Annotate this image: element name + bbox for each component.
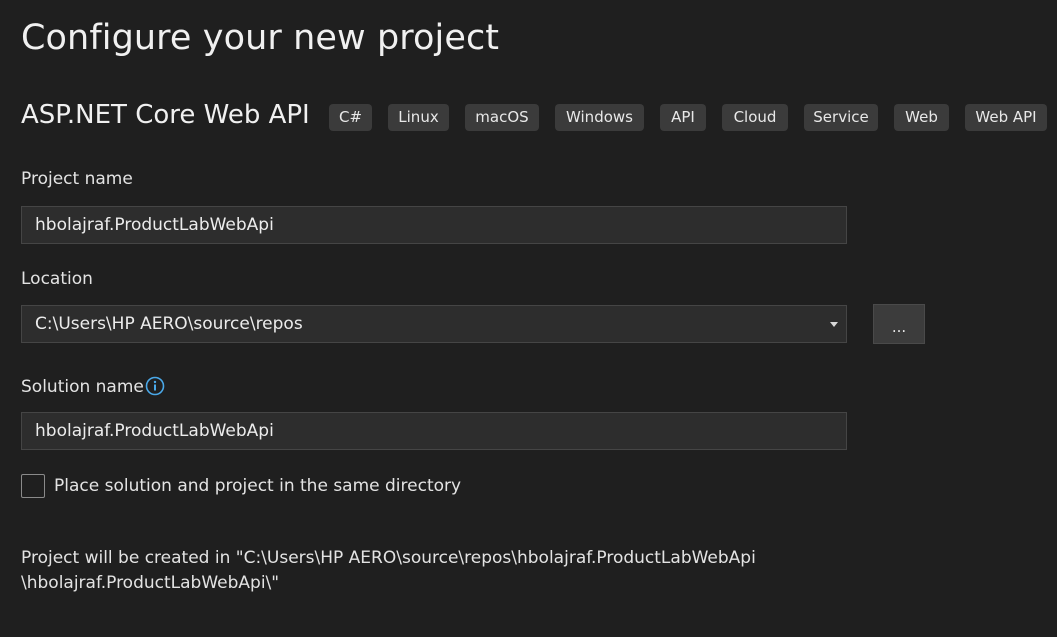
location-label: Location [21, 269, 93, 289]
project-path-line-2: \hbolajraf.ProductLabWebApi\" [21, 573, 280, 593]
solution-name-input[interactable]: hbolajraf.ProductLabWebApi [21, 412, 847, 450]
tag-windows: Windows [555, 104, 644, 131]
configure-project-page: Configure your new project ASP.NET Core … [0, 0, 1057, 637]
info-circle-icon[interactable] [145, 376, 165, 396]
tag-api: API [660, 104, 706, 131]
location-combobox[interactable]: C:\Users\HP AERO\source\repos [21, 305, 847, 343]
same-directory-checkbox[interactable] [21, 474, 45, 498]
solution-name-label: Solution name [21, 377, 144, 397]
chevron-down-icon[interactable] [830, 322, 838, 327]
tag-service: Service [804, 104, 878, 131]
project-path-line-1: Project will be created in "C:\Users\HP … [21, 548, 756, 568]
project-name-label: Project name [21, 169, 133, 189]
tag-cloud: Cloud [722, 104, 788, 131]
tag-csharp: C# [329, 104, 372, 131]
tag-linux: Linux [388, 104, 449, 131]
location-value: C:\Users\HP AERO\source\repos [35, 314, 303, 334]
browse-button[interactable]: ... [873, 304, 925, 344]
tag-web: Web [894, 104, 949, 131]
tag-macos: macOS [465, 104, 539, 131]
project-name-input[interactable]: hbolajraf.ProductLabWebApi [21, 206, 847, 244]
project-path-info: Project will be created in "C:\Users\HP … [21, 546, 756, 596]
template-tags: C# Linux macOS Windows API Cloud Service… [0, 104, 1057, 132]
page-title: Configure your new project [21, 18, 500, 58]
tag-web-api: Web API [965, 104, 1047, 131]
same-directory-label[interactable]: Place solution and project in the same d… [54, 476, 461, 496]
